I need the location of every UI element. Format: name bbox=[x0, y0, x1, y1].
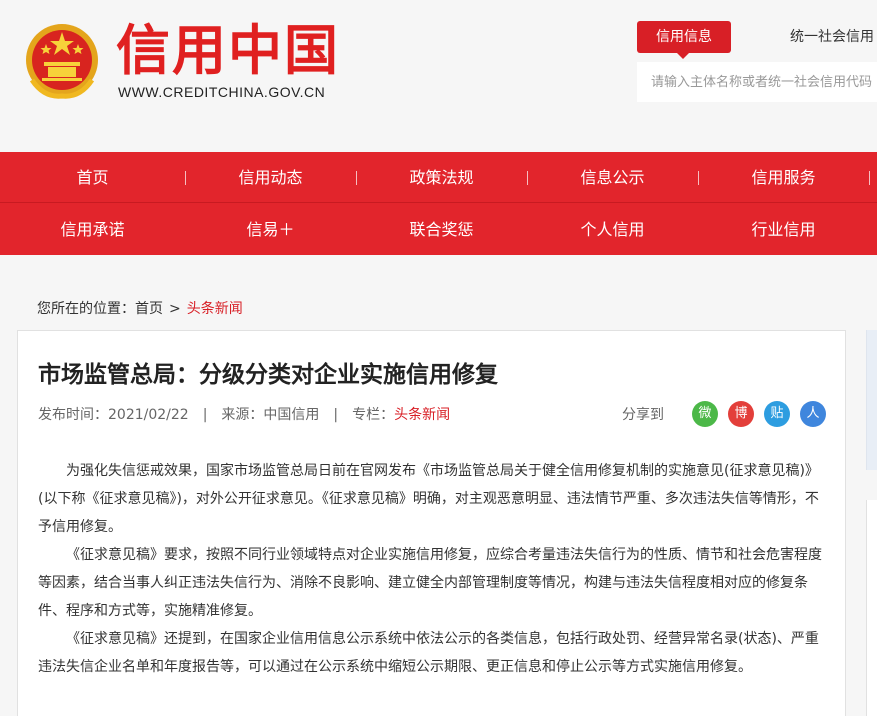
nav-divider bbox=[527, 171, 528, 185]
nav-item-credit-service[interactable]: 信用服务 bbox=[698, 152, 869, 202]
article-paragraph: 《征求意见稿》要求，按照不同行业领域特点对企业实施信用修复，应综合考量违法失信行… bbox=[38, 547, 822, 619]
site-header: 信用中国 WWW.CREDITCHINA.GOV.CN 信用信息 统一社会信用 bbox=[0, 0, 877, 152]
nav-item-industry-credit[interactable]: 行业信用 bbox=[698, 204, 869, 255]
article-title: 市场监管总局：分级分类对企业实施信用修复 bbox=[38, 362, 498, 388]
meta-divider: | bbox=[333, 407, 339, 423]
share-label: 分享到 bbox=[622, 407, 664, 423]
article-panel: 市场监管总局：分级分类对企业实施信用修复 发布时间：2021/02/22 | 来源：… bbox=[17, 330, 846, 716]
brand-title[interactable]: 信用中国 bbox=[116, 18, 340, 82]
national-emblem-logo[interactable] bbox=[24, 20, 100, 100]
wechat-share-icon[interactable]: 微 bbox=[692, 401, 718, 427]
breadcrumb-separator: > bbox=[169, 301, 181, 317]
article-source: 来源：中国信用 bbox=[221, 407, 320, 423]
meta-divider: | bbox=[202, 407, 208, 423]
nav-item-home[interactable]: 首页 bbox=[0, 152, 185, 202]
article-body: 为强化失信惩戒效果，国家市场监管总局日前在官网发布《市场监管总局关于健全信用修复… bbox=[38, 457, 828, 681]
article-paragraph: 为强化失信惩戒效果，国家市场监管总局日前在官网发布《市场监管总局关于健全信用修复… bbox=[38, 463, 819, 535]
article-meta: 发布时间：2021/02/22 | 来源：中国信用 | 专栏：头条新闻 bbox=[38, 404, 450, 424]
nav-item-info-disclosure[interactable]: 信息公示 bbox=[527, 152, 698, 202]
main-navigation: 首页 信用动态 政策法规 信息公示 信用服务 信用承诺 信易＋ 联合奖惩 个人信… bbox=[0, 152, 877, 255]
breadcrumb: 您所在的位置：首页 > 头条新闻 bbox=[37, 298, 243, 318]
nav-item-credit-news[interactable]: 信用动态 bbox=[185, 152, 356, 202]
breadcrumb-current-link[interactable]: 头条新闻 bbox=[187, 301, 243, 317]
tieba-share-icon[interactable]: 贴 bbox=[764, 401, 790, 427]
article-paragraph: 《征求意见稿》还提到，在国家企业信用信息公示系统中依法公示的各类信息，包括行政处… bbox=[38, 631, 819, 675]
nav-item-joint-rewards[interactable]: 联合奖惩 bbox=[356, 204, 527, 255]
nav-divider bbox=[698, 171, 699, 185]
nav-divider bbox=[185, 171, 186, 185]
nav-row-primary: 首页 信用动态 政策法规 信息公示 信用服务 bbox=[0, 152, 877, 203]
weibo-share-icon[interactable]: 博 bbox=[728, 401, 754, 427]
nav-divider bbox=[869, 171, 870, 185]
column-label: 专栏： bbox=[352, 407, 395, 423]
sidebar-panel-edge bbox=[866, 330, 877, 470]
publish-time: 发布时间：2021/02/22 bbox=[38, 407, 189, 423]
nav-item-credit-commitment[interactable]: 信用承诺 bbox=[0, 204, 185, 255]
search-input[interactable] bbox=[637, 62, 877, 102]
sidebar-panel-edge bbox=[866, 500, 877, 716]
column-link[interactable]: 头条新闻 bbox=[394, 407, 450, 423]
search-tab-unified-code[interactable]: 统一社会信用 bbox=[790, 26, 874, 46]
breadcrumb-prefix: 您所在的位置： bbox=[37, 301, 135, 317]
nav-item-policy[interactable]: 政策法规 bbox=[356, 152, 527, 202]
renren-share-icon[interactable]: 人 bbox=[800, 401, 826, 427]
search-tab-credit-info[interactable]: 信用信息 bbox=[637, 21, 731, 59]
breadcrumb-home-link[interactable]: 首页 bbox=[135, 301, 163, 317]
nav-row-secondary: 信用承诺 信易＋ 联合奖惩 个人信用 行业信用 bbox=[0, 204, 877, 255]
nav-item-xinyi-plus[interactable]: 信易＋ bbox=[185, 204, 356, 255]
nav-item-personal-credit[interactable]: 个人信用 bbox=[527, 204, 698, 255]
nav-divider bbox=[356, 171, 357, 185]
brand-url: WWW.CREDITCHINA.GOV.CN bbox=[118, 84, 326, 100]
